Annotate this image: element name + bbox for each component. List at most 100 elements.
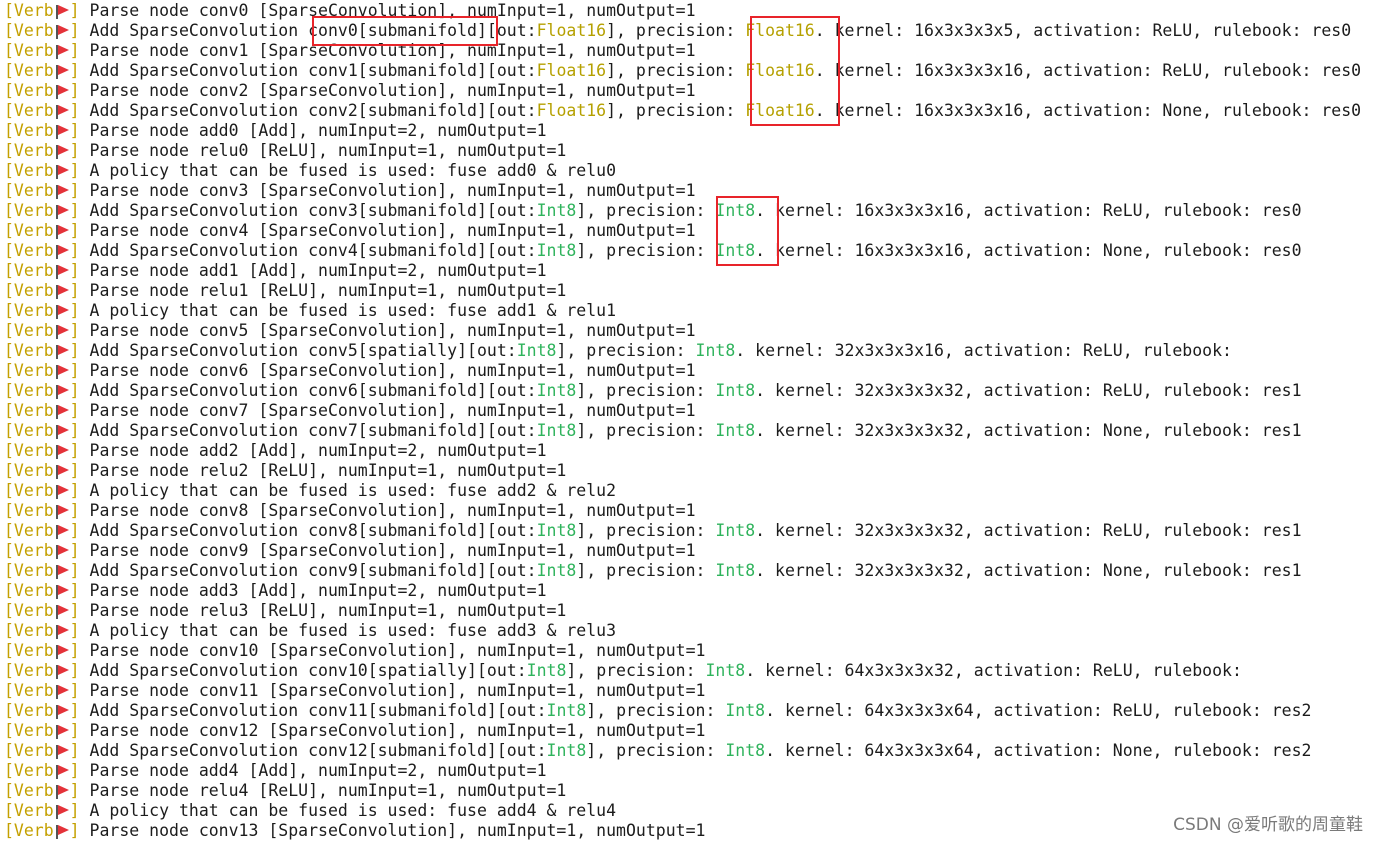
log-text: A policy that can be fused is used: fuse… [89, 301, 617, 320]
red-flag-icon [55, 165, 69, 179]
log-level-suffix: ] [69, 321, 80, 340]
log-line: [Verb] Parse node relu3 [ReLU], numInput… [4, 601, 1379, 621]
log-text: . kernel: 32x3x3x3x16, activation: ReLU,… [735, 341, 1232, 360]
red-flag-icon [55, 125, 69, 139]
log-level-prefix: [Verb [4, 341, 54, 360]
log-level-suffix: ] [69, 641, 80, 660]
precision-int8: Int8 [536, 381, 577, 400]
log-level-suffix: ] [69, 421, 80, 440]
red-flag-icon [55, 765, 69, 779]
precision-int8: Int8 [715, 521, 756, 540]
red-flag-icon [55, 485, 69, 499]
log-level-suffix: ] [69, 661, 80, 680]
precision-int8: Int8 [536, 241, 577, 260]
log-line: [Verb] Add SparseConvolution conv3[subma… [4, 201, 1379, 221]
log-level-prefix: [Verb [4, 541, 54, 560]
log-text: Parse node add1 [Add], numInput=2, numOu… [89, 261, 547, 280]
log-level-suffix: ] [69, 381, 80, 400]
log-text: Parse node conv7 [SparseConvolution], nu… [89, 401, 696, 420]
log-level-suffix: ] [69, 761, 80, 780]
log-text: ], precision: [606, 101, 746, 120]
red-flag-icon [55, 445, 69, 459]
log-text: Add SparseConvolution conv3[submanifold]… [89, 201, 537, 220]
log-line: [Verb] Parse node conv1 [SparseConvoluti… [4, 41, 1379, 61]
log-level-prefix: [Verb [4, 601, 54, 620]
log-line: [Verb] Add SparseConvolution conv0[subma… [4, 21, 1379, 41]
log-line: [Verb] A policy that can be fused is use… [4, 161, 1379, 181]
log-text: Add SparseConvolution conv6[submanifold]… [89, 381, 537, 400]
red-flag-icon [55, 525, 69, 539]
red-flag-icon [55, 425, 69, 439]
log-line: [Verb] Parse node conv0 [SparseConvoluti… [4, 1, 1379, 21]
log-level-prefix: [Verb [4, 121, 54, 140]
red-flag-icon [55, 465, 69, 479]
precision-float16: Float16 [745, 21, 815, 40]
log-level-suffix: ] [69, 521, 80, 540]
log-level-prefix: [Verb [4, 621, 54, 640]
precision-int8: Int8 [705, 661, 746, 680]
precision-int8: Int8 [536, 521, 577, 540]
log-line: [Verb] Add SparseConvolution conv2[subma… [4, 101, 1379, 121]
log-level-suffix: ] [69, 221, 80, 240]
log-text: Add SparseConvolution conv2[submanifold]… [89, 101, 537, 120]
precision-float16: Float16 [536, 61, 607, 80]
log-text: Parse node conv3 [SparseConvolution], nu… [89, 181, 696, 200]
log-level-suffix: ] [69, 781, 80, 800]
red-flag-icon [55, 105, 69, 119]
log-text: Add SparseConvolution conv9[submanifold]… [89, 561, 537, 580]
log-line: [Verb] Add SparseConvolution conv8[subma… [4, 521, 1379, 541]
log-level-prefix: [Verb [4, 181, 54, 200]
red-flag-icon [55, 405, 69, 419]
log-text: Parse node conv1 [SparseConvolution], nu… [89, 41, 696, 60]
log-text: . kernel: 16x3x3x3x16, activation: None,… [814, 101, 1362, 120]
log-level-prefix: [Verb [4, 1, 54, 20]
red-flag-icon [55, 825, 69, 839]
log-text: Parse node conv4 [SparseConvolution], nu… [89, 221, 696, 240]
log-line: [Verb] Parse node relu1 [ReLU], numInput… [4, 281, 1379, 301]
log-level-suffix: ] [69, 141, 80, 160]
log-text: . kernel: 64x3x3x3x64, activation: None,… [765, 741, 1312, 760]
log-level-prefix: [Verb [4, 381, 54, 400]
precision-int8: Int8 [695, 341, 736, 360]
log-line: [Verb] Parse node add0 [Add], numInput=2… [4, 121, 1379, 141]
log-level-prefix: [Verb [4, 481, 54, 500]
log-line: [Verb] Parse node add2 [Add], numInput=2… [4, 441, 1379, 461]
log-level-prefix: [Verb [4, 761, 54, 780]
precision-int8: Int8 [526, 661, 567, 680]
log-level-suffix: ] [69, 801, 80, 820]
log-level-suffix: ] [69, 21, 80, 40]
log-text: ], precision: [576, 421, 716, 440]
log-text: Parse node conv2 [SparseConvolution], nu… [89, 81, 696, 100]
log-level-prefix: [Verb [4, 641, 54, 660]
log-level-prefix: [Verb [4, 781, 54, 800]
log-level-prefix: [Verb [4, 81, 54, 100]
log-line: [Verb] Add SparseConvolution conv5[spati… [4, 341, 1379, 361]
log-text: Parse node conv0 [SparseConvolution], nu… [89, 1, 696, 20]
red-flag-icon [55, 45, 69, 59]
log-level-prefix: [Verb [4, 581, 54, 600]
log-line: [Verb] Parse node conv5 [SparseConvoluti… [4, 321, 1379, 341]
log-line: [Verb] Parse node conv7 [SparseConvoluti… [4, 401, 1379, 421]
log-level-suffix: ] [69, 581, 80, 600]
log-level-suffix: ] [69, 1, 80, 20]
log-level-prefix: [Verb [4, 741, 54, 760]
log-text: . kernel: 32x3x3x3x32, activation: None,… [755, 421, 1302, 440]
red-flag-icon [55, 185, 69, 199]
red-flag-icon [55, 205, 69, 219]
log-line: [Verb] Add SparseConvolution conv7[subma… [4, 421, 1379, 441]
log-text: ], precision: [576, 521, 716, 540]
log-level-prefix: [Verb [4, 461, 54, 480]
log-level-prefix: [Verb [4, 301, 54, 320]
log-text: Parse node relu2 [ReLU], numInput=1, num… [89, 461, 567, 480]
log-level-suffix: ] [69, 741, 80, 760]
log-text: Parse node add4 [Add], numInput=2, numOu… [89, 761, 547, 780]
log-line: [Verb] Parse node conv3 [SparseConvoluti… [4, 181, 1379, 201]
log-text: . kernel: 16x3x3x3x5, activation: ReLU, … [814, 21, 1352, 40]
precision-int8: Int8 [715, 201, 756, 220]
log-text: ], precision: [566, 661, 706, 680]
log-level-prefix: [Verb [4, 241, 54, 260]
log-level-suffix: ] [69, 721, 80, 740]
red-flag-icon [55, 265, 69, 279]
log-level-prefix: [Verb [4, 261, 54, 280]
precision-float16: Float16 [745, 61, 815, 80]
